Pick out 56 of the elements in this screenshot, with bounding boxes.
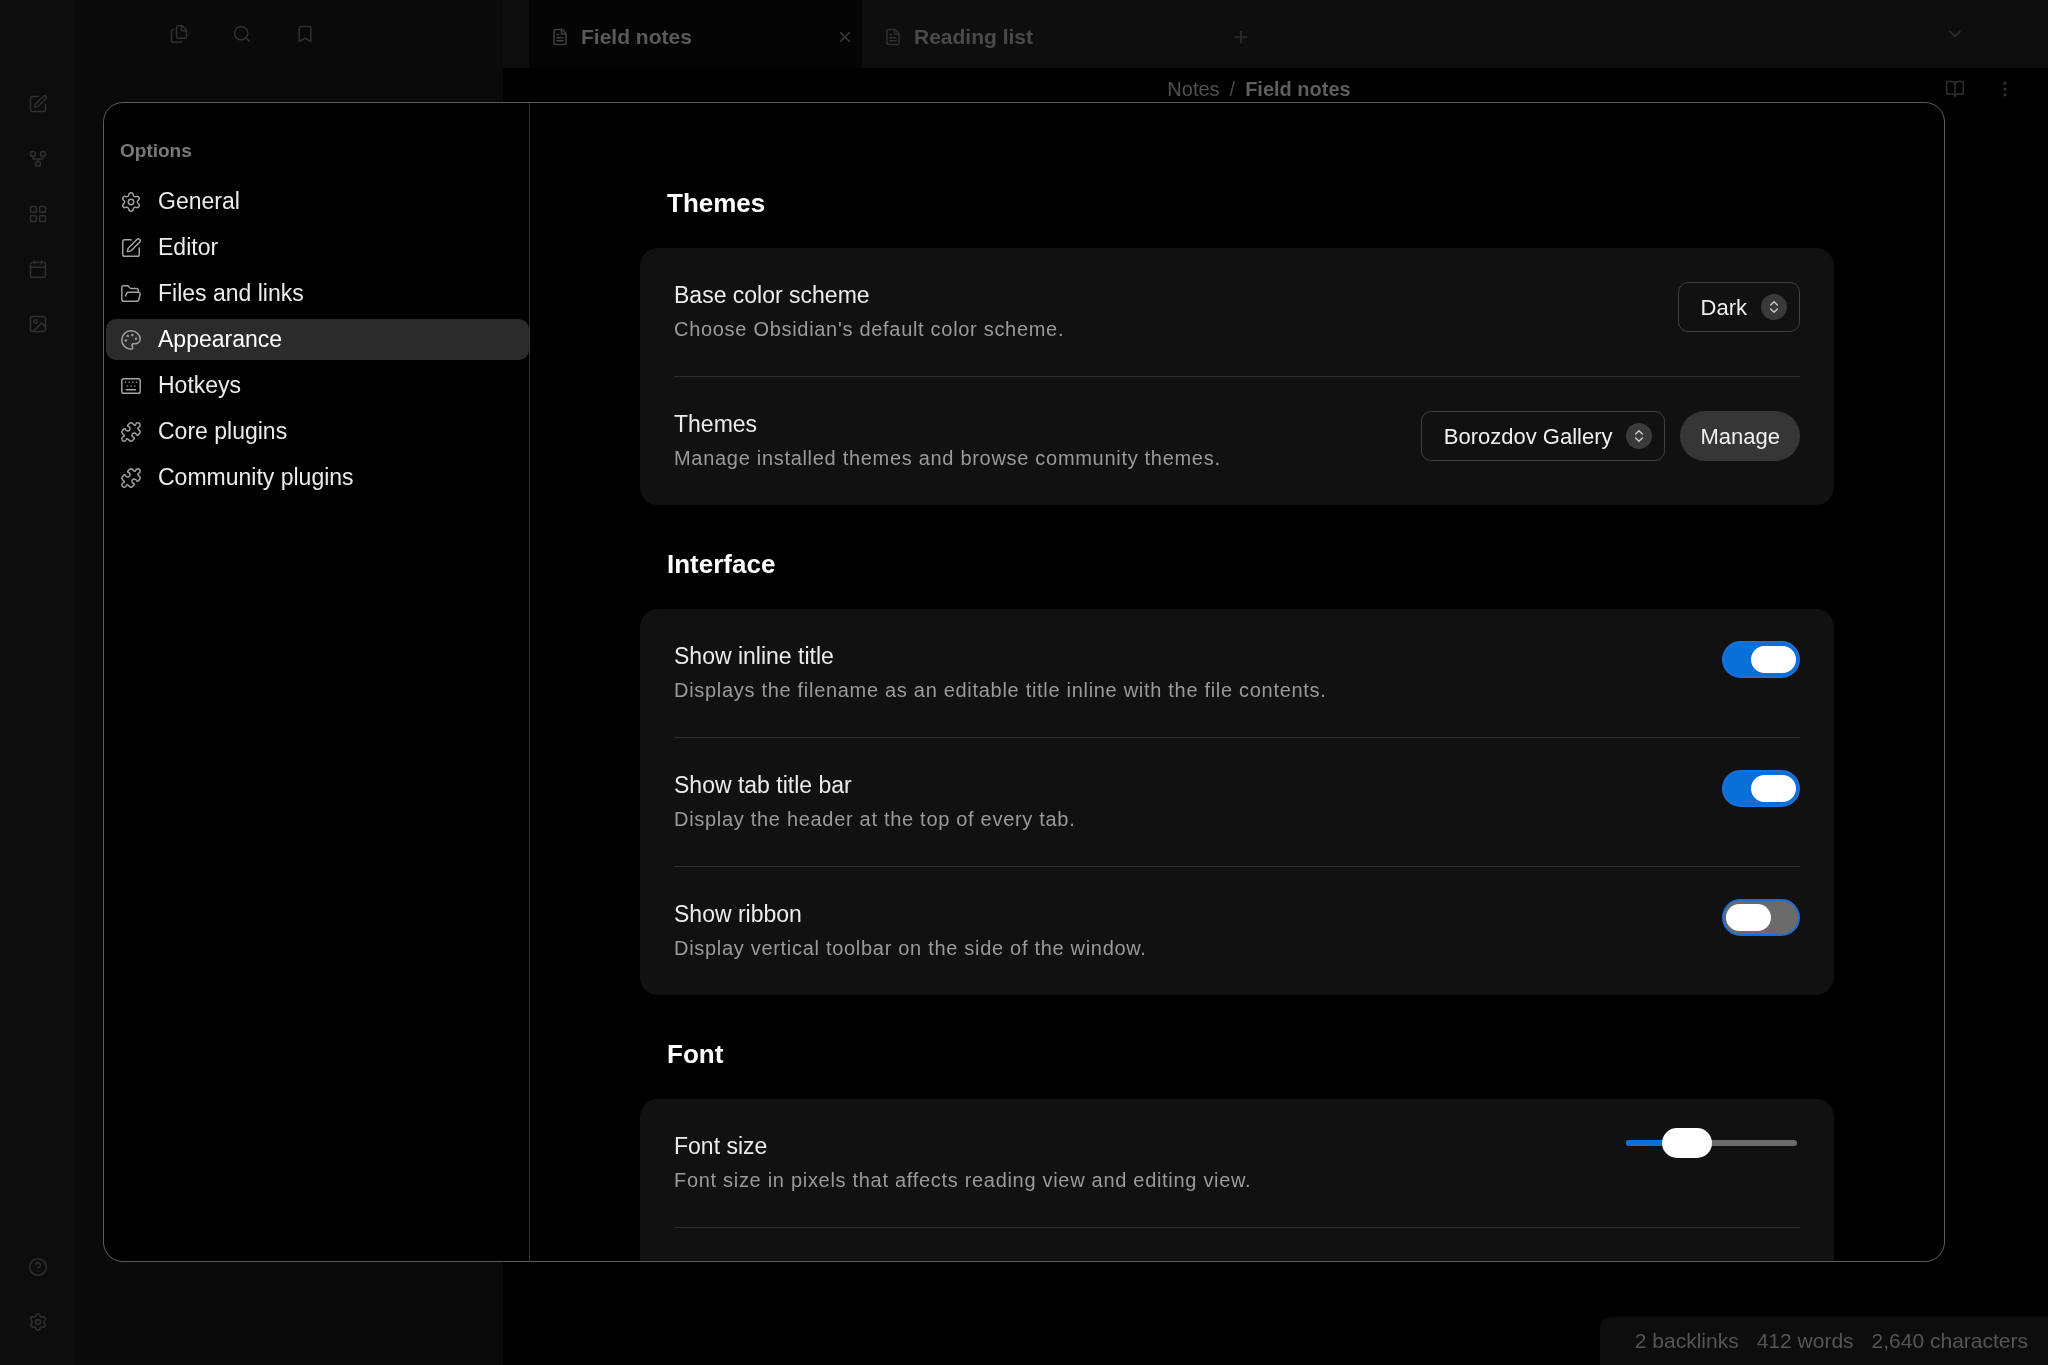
setting-description: Choose Obsidian's default color scheme. (674, 317, 1065, 342)
status-text: 2,640 characters (1871, 1328, 2028, 1355)
setting-title: Show tab title bar (674, 771, 853, 800)
sidebar-heading: Options (119, 139, 193, 163)
sidebar-item[interactable]: Files and links (106, 273, 529, 314)
setting-title: Font size (674, 1132, 769, 1161)
settings-icon[interactable] (27, 1312, 48, 1332)
chevrons-up-down-icon (1761, 294, 1787, 320)
slider-thumb[interactable] (1662, 1128, 1713, 1158)
slider-track[interactable] (1626, 1128, 1797, 1158)
gear-icon (120, 190, 142, 213)
search-icon[interactable] (232, 24, 252, 44)
dropdown[interactable]: Dark (1677, 282, 1800, 332)
image-icon[interactable] (27, 314, 48, 334)
sidebar-item[interactable]: Editor (106, 227, 529, 268)
sidebar-item[interactable]: General (106, 181, 529, 222)
grid-icon[interactable] (27, 204, 48, 224)
setting-description: Display vertical toolbar on the side of the window. (674, 936, 1147, 961)
setting-description: Manage installed themes and browse community themes. (674, 446, 1221, 471)
bookmark-icon[interactable] (295, 24, 315, 44)
puzzle-icon (120, 466, 142, 489)
chevrons-up-down-icon (1626, 423, 1653, 449)
sidebar-item[interactable]: Appearance (106, 319, 529, 360)
section-heading: Interface (666, 548, 777, 580)
toggle-switch[interactable] (1722, 641, 1800, 678)
section-heading: Themes (666, 187, 767, 219)
setting-description: Font size in pixels that affects reading view and editing view. (674, 1168, 1252, 1193)
file-icon (884, 28, 902, 46)
setting-title: Show inline title (674, 642, 835, 671)
puzzle-icon (120, 420, 142, 443)
sidebar-item[interactable]: Hotkeys (106, 365, 529, 406)
palette-icon (120, 328, 142, 351)
sidebar-item[interactable]: Community plugins (106, 457, 529, 498)
dropdown[interactable]: Borozdov Gallery (1420, 411, 1666, 461)
help-icon[interactable] (27, 1257, 48, 1277)
file-icon (551, 28, 569, 46)
setting-title: Show ribbon (674, 900, 803, 929)
setting-description: Displays the filename as an editable title inline with the file contents. (674, 678, 1327, 703)
setting-description: Display the header at the top of every tab. (674, 807, 1076, 832)
folder-icon (120, 282, 142, 305)
setting-title: Base color scheme (674, 281, 871, 310)
sidebar-item[interactable]: Core plugins (106, 411, 529, 452)
status-text: 2 backlinks (1634, 1328, 1739, 1355)
status-text: 412 words (1756, 1328, 1854, 1355)
pencil-square-icon (120, 236, 142, 259)
setting-title: Themes (674, 410, 759, 439)
breadcrumb-separator: / (1229, 78, 1236, 100)
toggle-switch[interactable] (1722, 770, 1800, 807)
toggle-switch[interactable] (1722, 899, 1800, 936)
fork-icon[interactable] (27, 149, 48, 169)
files-icon[interactable] (169, 24, 189, 44)
book-icon[interactable] (1945, 79, 1965, 99)
section-heading: Font (666, 1038, 725, 1070)
manage-button[interactable]: Manage (1680, 411, 1800, 461)
calendar-icon[interactable] (27, 259, 48, 279)
pencil-square-icon[interactable] (27, 94, 48, 114)
